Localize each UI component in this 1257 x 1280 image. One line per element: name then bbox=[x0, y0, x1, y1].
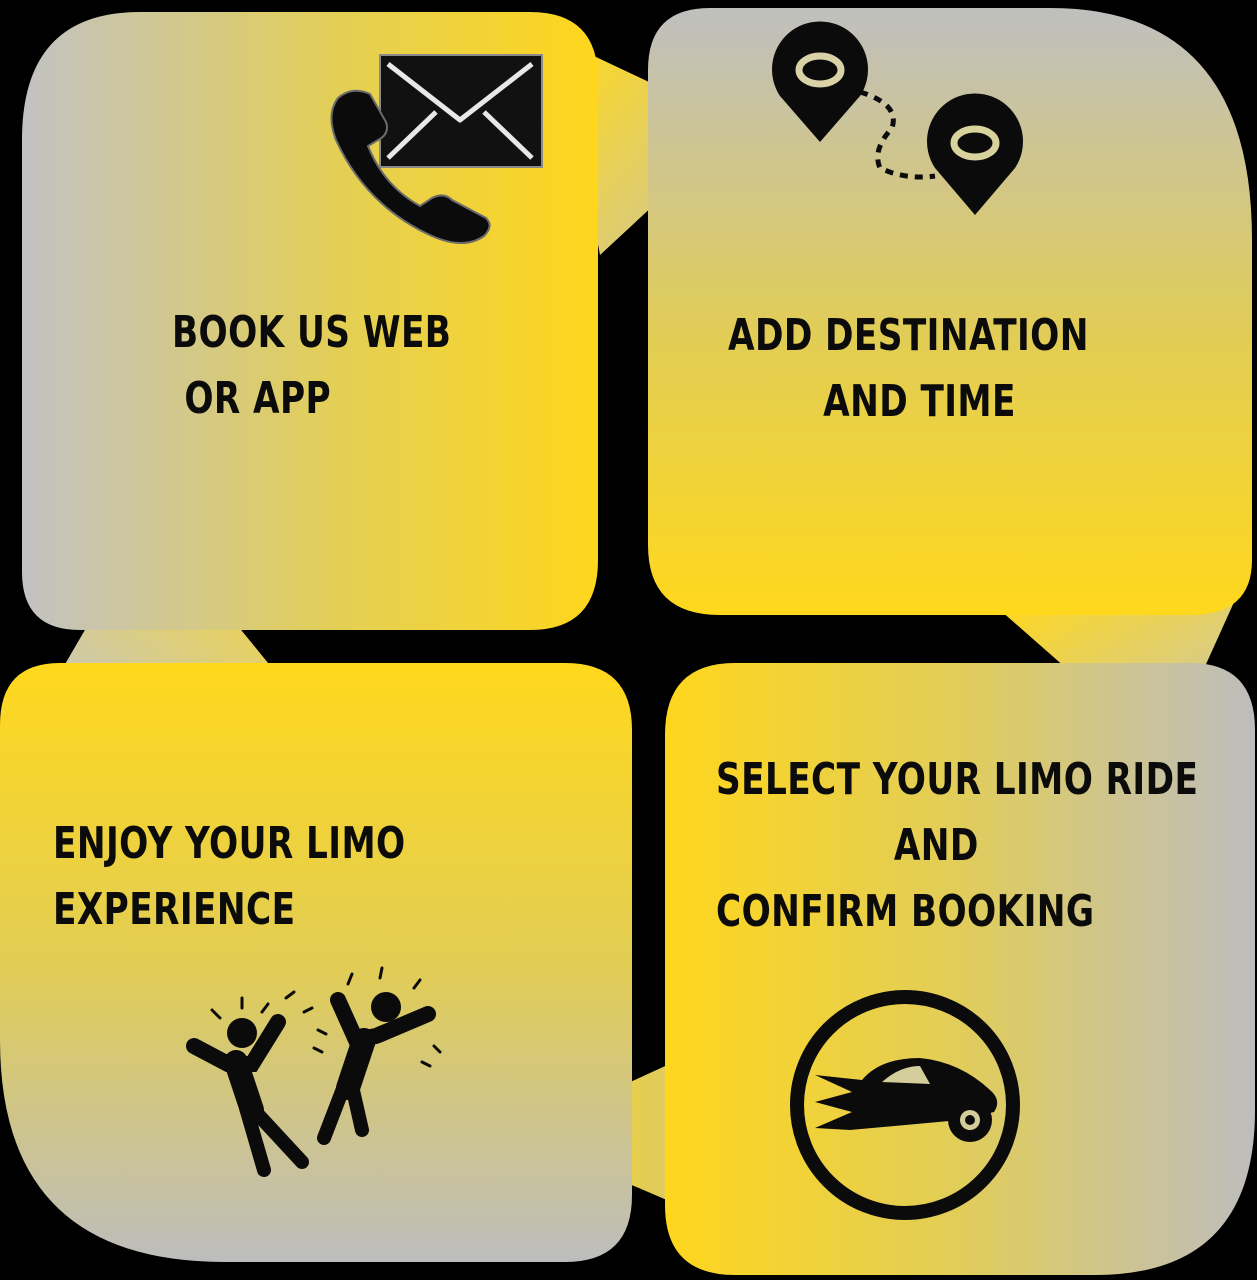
step-select-line-3: CONFIRM BOOKING bbox=[716, 886, 1095, 937]
step-select-label: SELECT YOUR LIMO RIDE AND CONFIRM BOOKIN… bbox=[716, 747, 1198, 945]
step-book-label: BOOK US WEB OR APP bbox=[172, 300, 451, 432]
step-enjoy-line-1: ENJOY YOUR LIMO bbox=[53, 818, 406, 869]
step-enjoy-label: ENJOY YOUR LIMO EXPERIENCE bbox=[53, 811, 406, 943]
step-destination-line-1: ADD DESTINATION bbox=[728, 310, 1089, 361]
step-select-line-2: AND bbox=[893, 820, 979, 871]
step-book-line-2: OR APP bbox=[172, 373, 332, 424]
process-diagram bbox=[0, 0, 1257, 1280]
step-select-line-1: SELECT YOUR LIMO RIDE bbox=[716, 754, 1199, 805]
step-destination-line-2: AND TIME bbox=[823, 376, 1016, 427]
step-book-line-1: BOOK US WEB bbox=[172, 307, 452, 358]
step-destination-label: ADD DESTINATION AND TIME bbox=[728, 303, 1089, 435]
step-enjoy-line-2: EXPERIENCE bbox=[53, 884, 296, 935]
step-card-enjoy bbox=[0, 663, 632, 1262]
